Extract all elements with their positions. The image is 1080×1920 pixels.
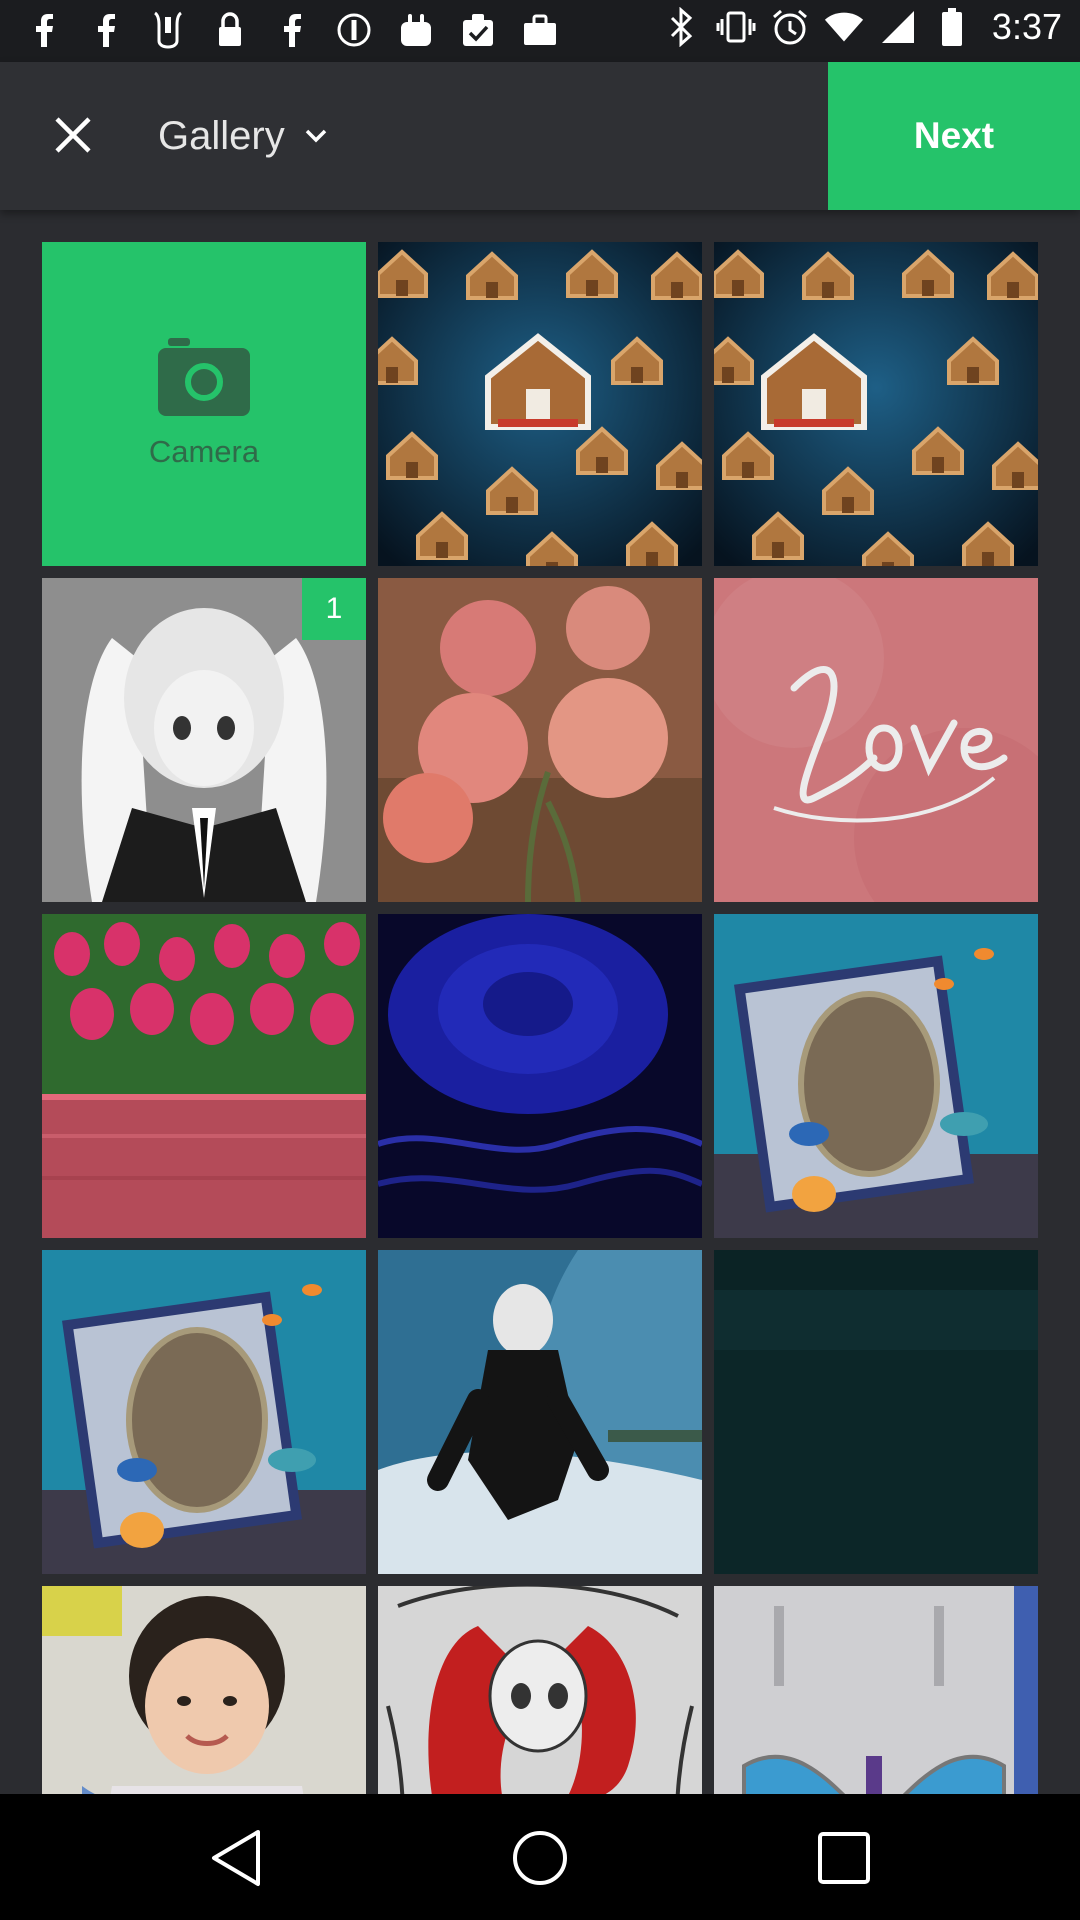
gallery-grid: Camera 1 — [42, 242, 1038, 1794]
pink-roses-image — [378, 578, 702, 902]
photo-thumbnail[interactable] — [378, 578, 702, 902]
child-portrait-image — [42, 1586, 366, 1794]
gallery-header: Gallery Next — [0, 62, 1080, 210]
hourglass-screen-image — [714, 1586, 1038, 1794]
love-script-image — [714, 578, 1038, 902]
chevron-down-icon — [305, 129, 326, 143]
photo-thumbnail[interactable] — [714, 914, 1038, 1238]
status-time: 3:37 — [991, 6, 1062, 47]
photo-thumbnail[interactable] — [714, 1250, 1038, 1574]
checkbox-icon — [458, 10, 498, 50]
battery-icon — [932, 7, 972, 47]
mermaid-drawing-image — [378, 1586, 702, 1794]
photo-thumbnail[interactable] — [378, 242, 702, 566]
home-button[interactable] — [504, 1822, 576, 1894]
photo-thumbnail[interactable] — [42, 914, 366, 1238]
gingerbread-houses-2-image — [714, 242, 1038, 566]
recents-icon — [818, 1832, 870, 1884]
briefcase-icon — [520, 10, 560, 50]
navigation-bar — [0, 1794, 1080, 1920]
gallery-dropdown[interactable]: Gallery — [158, 106, 329, 166]
photo-thumbnail[interactable] — [42, 1586, 366, 1794]
facebook-icon — [24, 10, 64, 50]
back-button[interactable] — [200, 1822, 272, 1894]
photo-thumbnail[interactable] — [714, 578, 1038, 902]
tulip-field-image — [42, 914, 366, 1238]
aquarium-frame-1-image — [714, 914, 1038, 1238]
photo-thumbnail[interactable] — [714, 242, 1038, 566]
close-icon — [55, 117, 91, 153]
lock-icon — [210, 10, 250, 50]
back-icon — [212, 1830, 260, 1886]
camera-label: Camera — [148, 434, 260, 469]
photo-thumbnail[interactable] — [714, 1586, 1038, 1794]
next-button[interactable]: Next — [828, 62, 1080, 210]
mobile-app-icon — [148, 10, 188, 50]
photo-thumbnail[interactable] — [42, 1250, 366, 1574]
photo-thumbnail[interactable] — [378, 1586, 702, 1794]
camera-icon — [158, 338, 250, 416]
camera-tile[interactable]: Camera — [42, 242, 366, 566]
bluetooth-icon — [662, 7, 702, 47]
selection-count-badge: 1 — [302, 578, 366, 640]
gingerbread-houses-1-image — [378, 242, 702, 566]
facebook-icon — [86, 10, 126, 50]
facebook-icon — [272, 10, 312, 50]
gallery-title: Gallery — [158, 113, 285, 158]
signal-icon — [878, 7, 918, 47]
close-button[interactable] — [42, 104, 104, 166]
dark-teal-image — [714, 1250, 1038, 1574]
shopping-bag-icon — [396, 10, 436, 50]
recents-button[interactable] — [808, 1822, 880, 1894]
vibrate-icon — [716, 7, 756, 47]
alarm-icon — [770, 7, 810, 47]
settings-alert-icon — [334, 10, 374, 50]
photo-thumbnail[interactable] — [378, 914, 702, 1238]
photo-thumbnail[interactable] — [378, 1250, 702, 1574]
home-icon — [513, 1831, 567, 1885]
gallery-scroll-area[interactable]: Camera 1 — [0, 210, 1080, 1794]
surfer-image — [378, 1250, 702, 1574]
aquarium-frame-2-image — [42, 1250, 366, 1574]
blue-rose-image — [378, 914, 702, 1238]
photo-thumbnail-selected[interactable]: 1 — [42, 578, 366, 902]
wifi-icon — [824, 7, 864, 47]
status-bar: 3:37 — [0, 0, 1080, 62]
